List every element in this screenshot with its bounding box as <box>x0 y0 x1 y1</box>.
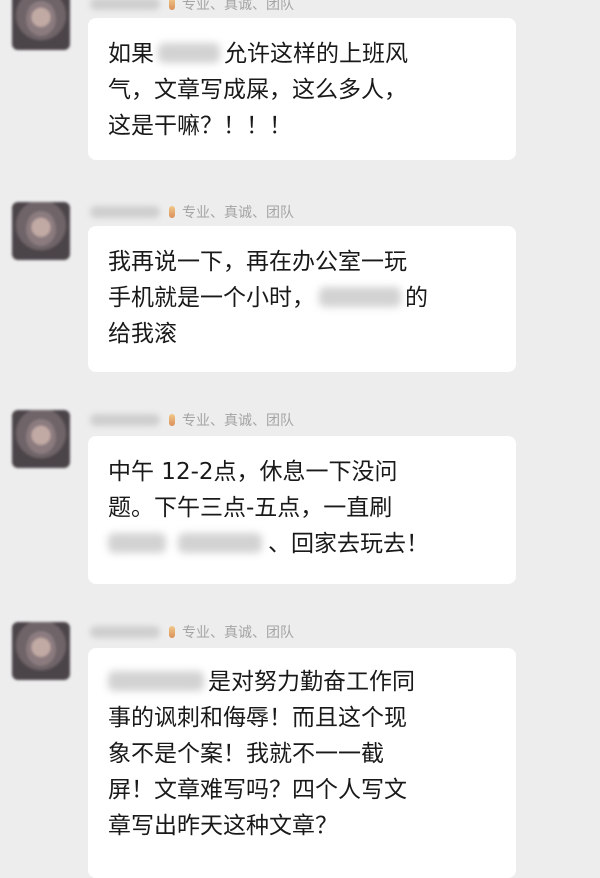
sender-meta: 专业、真诚、团队 <box>90 410 294 430</box>
message-line: 是对努力勤奋工作同 <box>108 664 496 700</box>
sender-meta: 专业、真诚、团队 <box>90 202 294 222</box>
message-bubble[interactable]: 中午 12-2点，休息一下没问 题。下午三点-五点，一直刷 、回家去玩去！ <box>88 436 516 584</box>
avatar[interactable] <box>12 202 70 260</box>
message-line: 屏！文章难写吗？四个人写文 <box>108 777 407 803</box>
message-bubble[interactable]: 我再说一下，再在办公室一玩 手机就是一个小时，的 给我滚 <box>88 226 516 372</box>
message-line: 手机就是一个小时，的 <box>108 285 428 311</box>
message-bubble[interactable]: 如果 允许这样的上班风 气，文章写成屎，这么多人， 这是干嘛？！！！ <box>88 18 516 160</box>
message-line: 题。下午三点-五点，一直刷 <box>108 495 393 521</box>
sender-name-redacted <box>90 626 160 638</box>
sender-name-redacted <box>90 206 160 218</box>
rank-icon <box>166 412 178 428</box>
redacted-text <box>158 43 220 63</box>
sender-tag: 专业、真诚、团队 <box>182 413 294 429</box>
message-line: 我再说一下，再在办公室一玩 <box>108 249 407 275</box>
message-line: 如果 允许这样的上班风 <box>108 41 408 67</box>
message-line: 象不是个案！我就不一一截 <box>108 741 384 767</box>
redacted-text <box>108 671 204 691</box>
rank-icon <box>166 0 178 12</box>
sender-tag: 专业、真诚、团队 <box>182 0 294 13</box>
redacted-text <box>319 287 401 307</box>
message-line: 事的讽刺和侮辱！而且这个现 <box>108 705 407 731</box>
redacted-text <box>178 533 262 553</box>
sender-meta: 专业、真诚、团队 <box>90 0 294 14</box>
message-line: 气，文章写成屎，这么多人， <box>108 77 407 103</box>
sender-tag: 专业、真诚、团队 <box>182 625 294 641</box>
avatar[interactable] <box>12 410 70 468</box>
message-line: 这是干嘛？！！！ <box>108 113 292 139</box>
sender-meta: 专业、真诚、团队 <box>90 622 294 642</box>
rank-icon <box>166 204 178 220</box>
sender-name-redacted <box>90 0 160 10</box>
avatar[interactable] <box>12 0 70 50</box>
message-line: 中午 12-2点，休息一下没问 <box>108 459 398 485</box>
sender-name-redacted <box>90 414 160 426</box>
sender-tag: 专业、真诚、团队 <box>182 205 294 221</box>
message-line: 章写出昨天这种文章？ <box>108 813 338 839</box>
message-line: 、回家去玩去！ <box>108 526 496 562</box>
redacted-text <box>108 533 166 553</box>
rank-icon <box>166 624 178 640</box>
message-line: 给我滚 <box>108 321 177 347</box>
avatar[interactable] <box>12 622 70 680</box>
